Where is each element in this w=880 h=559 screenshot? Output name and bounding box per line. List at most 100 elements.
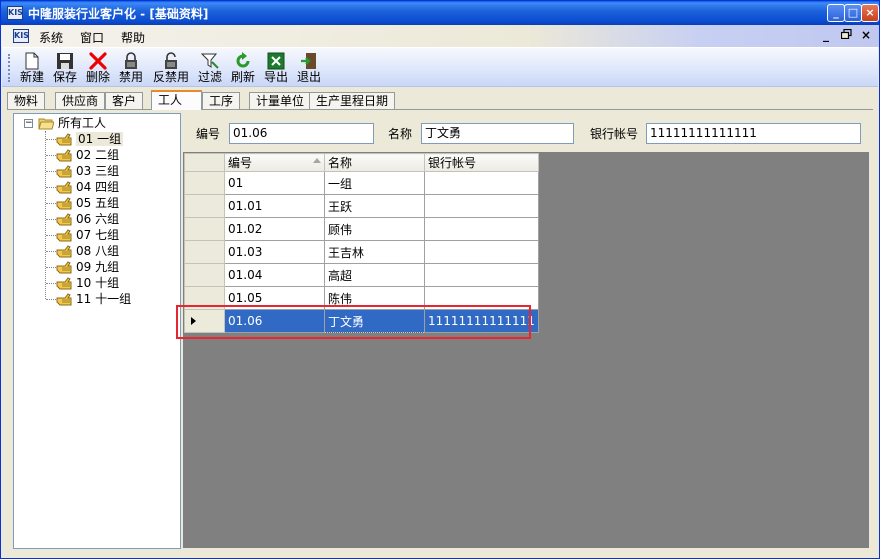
cell-name[interactable]: 一组 (324, 171, 425, 195)
code-label: 编号 (196, 127, 221, 141)
cell-name[interactable]: 陈伟 (324, 286, 425, 310)
tree-item[interactable]: 11 十一组 (76, 291, 131, 307)
cell-name[interactable]: 高超 (324, 263, 425, 287)
delete-x-icon (89, 52, 107, 70)
table-row[interactable]: 01.05 陈伟 (184, 286, 539, 310)
row-header[interactable] (184, 194, 225, 218)
tab-customer[interactable]: 客户 (105, 92, 144, 110)
save-button[interactable]: 保存 (49, 50, 81, 86)
app-logo-icon: KIS (7, 6, 23, 20)
row-header[interactable] (184, 263, 225, 287)
mdi-restore-button[interactable] (839, 28, 853, 42)
bank-account-field[interactable]: 11111111111111 (646, 123, 861, 144)
excel-export-icon (267, 52, 285, 70)
cell-bank-account[interactable] (424, 240, 539, 264)
table-row[interactable]: 01 一组 (184, 171, 539, 195)
app-window: KIS 中隆服装行业客户化 - [基础资料] _ □ × KIS 系统 窗口 帮… (0, 0, 880, 559)
cell-code[interactable]: 01.04 (224, 263, 325, 287)
worker-group-tree[interactable]: − 所有工人 01 一组 02 二组 03 三组 04 四组 05 五组 06 六组 07 … (13, 113, 181, 549)
cell-bank-account[interactable]: 11111111111111 (424, 309, 539, 333)
tree-item[interactable]: 01 一组 (76, 131, 124, 147)
table-row[interactable]: 01.04 高超 (184, 263, 539, 287)
worker-hand-icon (56, 261, 72, 274)
code-field[interactable]: 01.06 (229, 123, 374, 144)
restore-icon (840, 28, 852, 40)
row-header[interactable] (184, 309, 225, 333)
menu-window[interactable]: 窗口 (80, 29, 104, 46)
cell-name[interactable]: 丁文勇 (324, 309, 425, 333)
close-button[interactable]: × (861, 4, 879, 22)
tab-worker[interactable]: 工人 (151, 90, 202, 110)
cell-bank-account[interactable] (424, 217, 539, 241)
row-header[interactable] (184, 171, 225, 195)
export-button[interactable]: 导出 (260, 50, 292, 86)
menu-bar: KIS 系统 窗口 帮助 _ × (1, 25, 879, 47)
tab-production-date[interactable]: 生产里程日期 (309, 92, 396, 110)
cell-code[interactable]: 01.05 (224, 286, 325, 310)
tree-item[interactable]: 04 四组 (76, 179, 119, 195)
tree-root-label[interactable]: 所有工人 (58, 115, 106, 131)
row-header[interactable] (184, 217, 225, 241)
menu-system[interactable]: 系统 (39, 29, 63, 46)
minimize-button[interactable]: _ (827, 4, 845, 22)
cell-code[interactable]: 01.02 (224, 217, 325, 241)
document-logo-icon[interactable]: KIS (13, 29, 29, 43)
table-row[interactable]: 01.02 顾伟 (184, 217, 539, 241)
tree-collapse-toggle[interactable]: − (24, 119, 33, 128)
tab-process[interactable]: 工序 (202, 92, 241, 110)
cell-bank-account[interactable] (424, 171, 539, 195)
table-row[interactable]: 01.06 丁文勇 11111111111111 (184, 309, 539, 333)
disable-button[interactable]: 禁用 (115, 50, 147, 86)
cell-bank-account[interactable] (424, 194, 539, 218)
column-header-code[interactable]: 编号 (224, 153, 325, 172)
tree-item[interactable]: 06 六组 (76, 211, 119, 227)
cell-bank-account[interactable] (424, 286, 539, 310)
filter-button[interactable]: 过滤 (194, 50, 226, 86)
tree-item-label: 05 五组 (76, 196, 120, 210)
mdi-close-button[interactable]: × (859, 28, 873, 42)
cell-name[interactable]: 王吉林 (324, 240, 425, 264)
cell-name[interactable]: 顾伟 (324, 217, 425, 241)
tab-material[interactable]: 物料 (7, 92, 46, 110)
worker-hand-icon (56, 229, 72, 242)
cell-code[interactable]: 01 (224, 171, 325, 195)
cell-code[interactable]: 01.01 (224, 194, 325, 218)
refresh-arrows-icon (236, 52, 250, 68)
header-corner[interactable] (184, 153, 225, 172)
title-bar[interactable]: KIS 中隆服装行业客户化 - [基础资料] _ □ × (1, 1, 879, 25)
tree-item[interactable]: 02 二组 (76, 147, 119, 163)
worker-grid[interactable]: 编号 名称 银行帐号 01 一组 01.01 王跃 01.02 顾伟 01.03 王吉林 01.… (183, 152, 869, 548)
tree-item[interactable]: 03 三组 (76, 163, 119, 179)
refresh-button[interactable]: 刷新 (227, 50, 259, 86)
tree-connector (46, 187, 56, 188)
delete-button[interactable]: 删除 (82, 50, 114, 86)
tree-item-label: 03 三组 (76, 164, 120, 178)
cell-code[interactable]: 01.03 (224, 240, 325, 264)
tab-supplier[interactable]: 供应商 (55, 92, 106, 110)
column-header-bank-account[interactable]: 银行帐号 (424, 153, 539, 172)
cell-name[interactable]: 王跃 (324, 194, 425, 218)
tab-unit[interactable]: 计量单位 (249, 92, 312, 110)
cell-bank-account[interactable] (424, 263, 539, 287)
tree-item-label: 11 十一组 (76, 292, 132, 306)
tree-item[interactable]: 09 九组 (76, 259, 119, 275)
undisable-button[interactable]: 反禁用 (152, 50, 190, 86)
table-row[interactable]: 01.01 王跃 (184, 194, 539, 218)
row-header[interactable] (184, 240, 225, 264)
mdi-minimize-button[interactable]: _ (819, 28, 833, 42)
row-header[interactable] (184, 286, 225, 310)
tree-item[interactable]: 10 十组 (76, 275, 119, 291)
toolbar-grip[interactable] (8, 54, 11, 82)
tree-item[interactable]: 08 八组 (76, 243, 119, 259)
tree-item[interactable]: 05 五组 (76, 195, 119, 211)
maximize-button[interactable]: □ (844, 4, 862, 22)
column-header-name[interactable]: 名称 (324, 153, 425, 172)
cell-code[interactable]: 01.06 (224, 309, 325, 333)
table-row[interactable]: 01.03 王吉林 (184, 240, 539, 264)
exit-button[interactable]: 退出 (293, 50, 325, 86)
menu-help[interactable]: 帮助 (121, 29, 145, 46)
new-button[interactable]: 新建 (16, 50, 48, 86)
name-field[interactable]: 丁文勇 (421, 123, 574, 144)
tree-item[interactable]: 07 七组 (76, 227, 119, 243)
worker-hand-icon (56, 213, 72, 226)
